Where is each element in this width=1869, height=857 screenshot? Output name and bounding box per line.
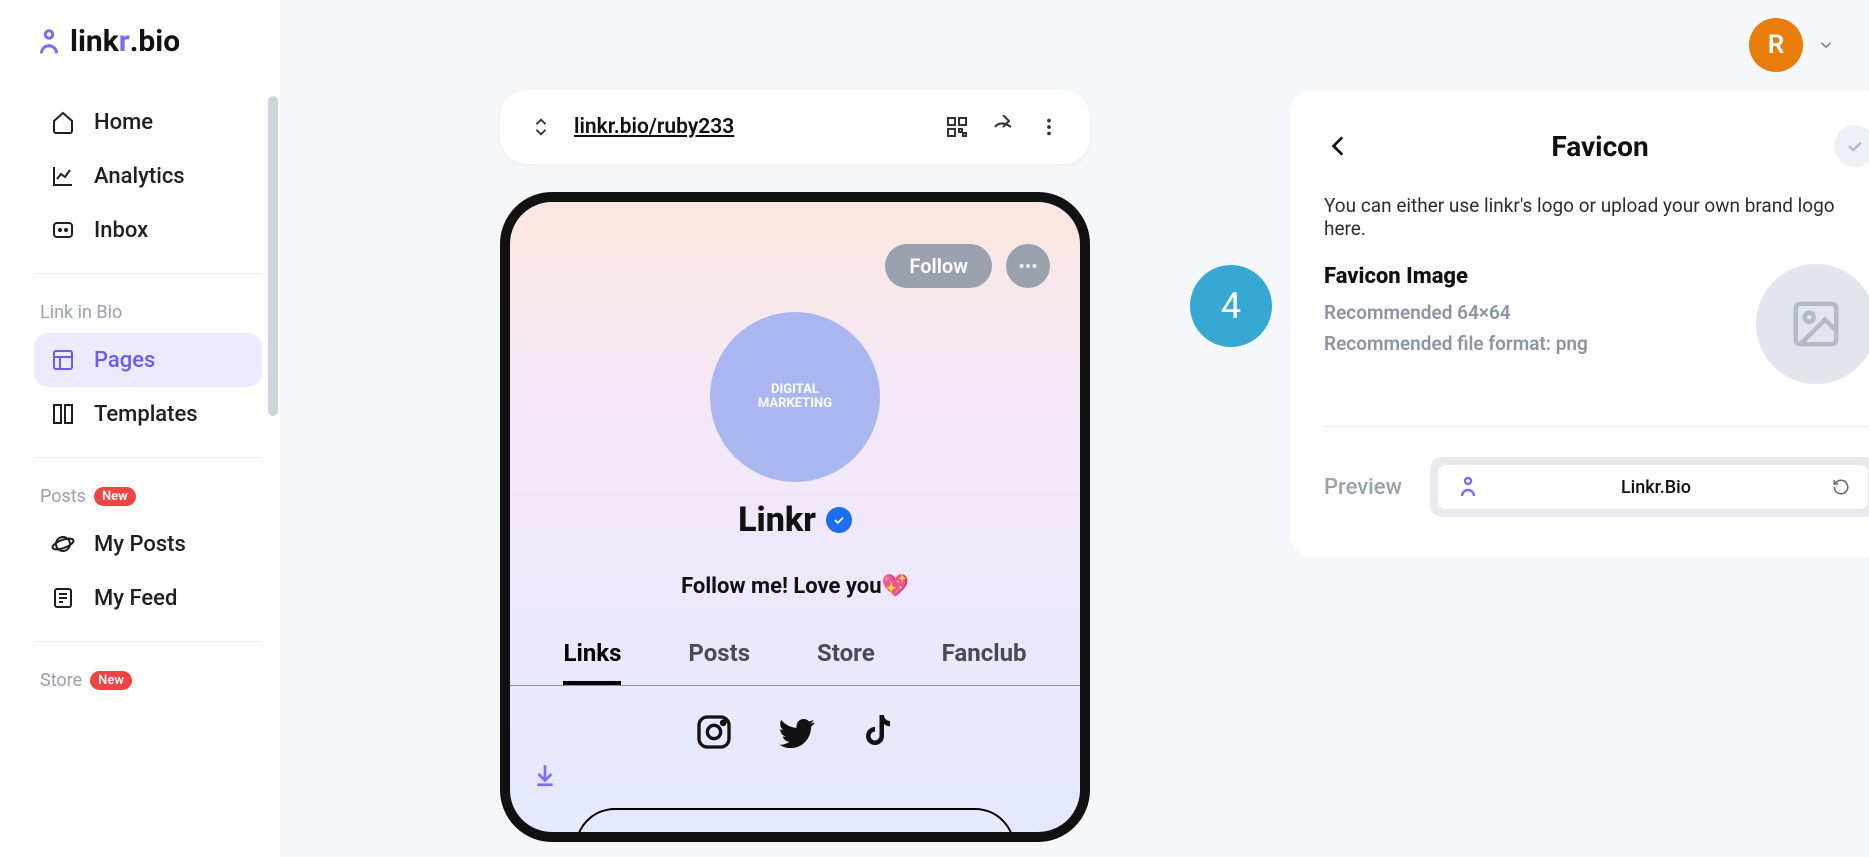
- profile-tabs: Links Posts Store Fanclub: [510, 629, 1080, 686]
- verified-badge-icon: [826, 507, 852, 533]
- share-icon[interactable]: [990, 114, 1016, 140]
- new-badge: New: [90, 671, 132, 690]
- panel-title: Favicon: [1551, 130, 1648, 163]
- favicon-preview-icon: [1456, 475, 1480, 499]
- avatar-text-1: DIGITAL: [771, 383, 819, 397]
- divider: [34, 273, 262, 274]
- templates-icon: [50, 401, 76, 427]
- phone-preview: Follow DIGITAL MARKETING Linkr Follow me…: [500, 192, 1090, 842]
- favicon-recommended-format: Recommended file format: png: [1324, 332, 1588, 355]
- qr-icon[interactable]: [944, 114, 970, 140]
- sidebar-label-analytics: Analytics: [94, 164, 185, 189]
- link-card-stub: [575, 808, 1015, 842]
- section-label-linkinbio: Link in Bio: [40, 302, 262, 323]
- social-icons-row: [510, 712, 1080, 754]
- section-label-store: Store New: [40, 670, 262, 691]
- section-label-posts: Posts New: [40, 486, 262, 507]
- feed-icon: [50, 585, 76, 611]
- sidebar-label-inbox: Inbox: [94, 218, 148, 243]
- sidebar-label-myposts: My Posts: [94, 532, 186, 557]
- tab-posts[interactable]: Posts: [688, 629, 750, 685]
- twitter-icon[interactable]: [776, 712, 818, 754]
- sidebar-label-myfeed: My Feed: [94, 586, 177, 611]
- profile-name: Linkr: [510, 500, 1080, 540]
- tab-store[interactable]: Store: [817, 629, 875, 685]
- preview-column: linkr.bio/ruby233 Follow DIGITAL MARKETI…: [500, 90, 1090, 842]
- sidebar-label-home: Home: [94, 110, 153, 135]
- divider: [34, 641, 262, 642]
- sidebar-label-templates: Templates: [94, 402, 198, 427]
- tiktok-icon[interactable]: [860, 712, 896, 754]
- reorder-icon[interactable]: [528, 114, 554, 140]
- browser-tab-preview: Linkr.Bio: [1430, 457, 1869, 517]
- topbar: R: [1749, 18, 1835, 72]
- tab-fanclub[interactable]: Fanclub: [942, 629, 1027, 685]
- profile-more-button[interactable]: [1006, 244, 1050, 288]
- sidebar-item-inbox[interactable]: Inbox: [34, 203, 262, 257]
- sidebar-item-templates[interactable]: Templates: [34, 387, 262, 441]
- favicon-heading: Favicon Image: [1324, 264, 1588, 289]
- sidebar-item-myfeed[interactable]: My Feed: [34, 571, 262, 625]
- chevron-down-icon[interactable]: [1817, 36, 1835, 54]
- user-avatar[interactable]: R: [1749, 18, 1803, 72]
- more-icon[interactable]: [1036, 114, 1062, 140]
- avatar-text-2: MARKETING: [758, 397, 832, 411]
- profile-avatar[interactable]: DIGITAL MARKETING: [710, 312, 880, 482]
- sidebar-label-pages: Pages: [94, 348, 155, 373]
- favicon-panel: Favicon You can either use linkr's logo …: [1290, 90, 1869, 557]
- preview-label: Preview: [1324, 475, 1402, 500]
- brand-text-prefix: link: [70, 24, 119, 59]
- sidebar-item-home[interactable]: Home: [34, 95, 262, 149]
- preview-tab-title: Linkr.Bio: [1494, 477, 1818, 498]
- panel-description: You can either use linkr's logo or uploa…: [1324, 194, 1869, 240]
- sidebar-item-analytics[interactable]: Analytics: [34, 149, 262, 203]
- back-button[interactable]: [1324, 131, 1354, 161]
- planet-icon: [50, 531, 76, 557]
- instagram-icon[interactable]: [694, 712, 734, 754]
- divider: [34, 457, 262, 458]
- sidebar: linkr.bio Home Analytics Inbox Link in B…: [0, 0, 280, 857]
- tab-links[interactable]: Links: [563, 629, 621, 685]
- favicon-recommended-size: Recommended 64×64: [1324, 301, 1588, 324]
- profile-bio: Follow me! Love you💖: [510, 574, 1080, 599]
- page-url-bar: linkr.bio/ruby233: [500, 90, 1090, 164]
- follow-button[interactable]: Follow: [885, 244, 992, 288]
- confirm-button[interactable]: [1834, 125, 1869, 167]
- sidebar-item-pages[interactable]: Pages: [34, 333, 262, 387]
- divider: [1324, 426, 1869, 427]
- new-badge: New: [94, 487, 136, 506]
- inbox-icon: [50, 217, 76, 243]
- brand-text-accent: r: [119, 24, 130, 59]
- step-badge: 4: [1190, 265, 1272, 347]
- brand-icon: [34, 27, 64, 57]
- page-url-link[interactable]: linkr.bio/ruby233: [574, 115, 734, 139]
- analytics-icon: [50, 163, 76, 189]
- sidebar-item-myposts[interactable]: My Posts: [34, 517, 262, 571]
- home-icon: [50, 109, 76, 135]
- download-icon[interactable]: [532, 762, 558, 788]
- pages-icon: [50, 347, 76, 373]
- favicon-upload-placeholder[interactable]: [1756, 264, 1869, 384]
- reload-icon[interactable]: [1832, 478, 1850, 496]
- brand-logo[interactable]: linkr.bio: [34, 24, 262, 59]
- brand-text-suffix: .bio: [130, 24, 180, 59]
